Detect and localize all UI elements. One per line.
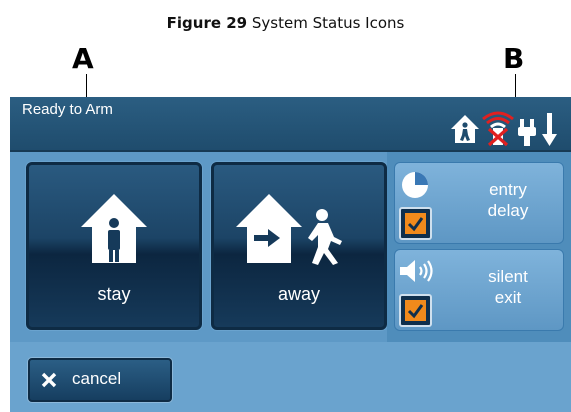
stay-button[interactable]: stay [26, 162, 202, 330]
callout-b: B [503, 42, 525, 75]
close-icon [41, 372, 57, 388]
silent-exit-label: silent exit [488, 267, 528, 307]
checkmark-icon [407, 304, 424, 319]
power-plug-icon [518, 119, 536, 146]
status-bar: Ready to Arm [10, 97, 571, 152]
touchscreen: Ready to Arm stay away entry delay silen… [10, 97, 571, 412]
system-status-text: Ready to Arm [22, 101, 113, 118]
cancel-button[interactable]: cancel [28, 358, 172, 402]
away-button[interactable]: away [211, 162, 387, 330]
options-panel: entry delay silent exit [387, 152, 571, 342]
arrow-down-icon [542, 113, 557, 146]
wifi-disconnected-icon [482, 111, 514, 147]
figure-caption: Figure 29 System Status Icons [0, 14, 571, 32]
clock-icon [402, 172, 428, 198]
home-away-icon [236, 194, 342, 265]
entry-delay-label: entry delay [487, 180, 529, 220]
status-icons [441, 101, 571, 149]
away-label: away [277, 284, 321, 304]
silent-exit-checkbox[interactable] [399, 294, 432, 327]
stay-label: stay [97, 284, 131, 304]
entry-delay-option[interactable]: entry delay [394, 162, 564, 244]
arm-panel: stay away [10, 152, 387, 342]
silent-exit-option[interactable]: silent exit [394, 249, 564, 331]
figure-title: System Status Icons [251, 14, 405, 32]
entry-delay-checkbox[interactable] [399, 207, 432, 240]
figure-number: Figure 29 [166, 14, 248, 32]
cancel-label: cancel [72, 369, 122, 388]
bottom-bar: cancel [10, 342, 571, 412]
checkmark-icon [407, 217, 424, 232]
person-home-icon [451, 115, 479, 143]
callout-a: A [72, 42, 94, 75]
speaker-icon [400, 260, 433, 282]
home-stay-icon [81, 194, 147, 263]
